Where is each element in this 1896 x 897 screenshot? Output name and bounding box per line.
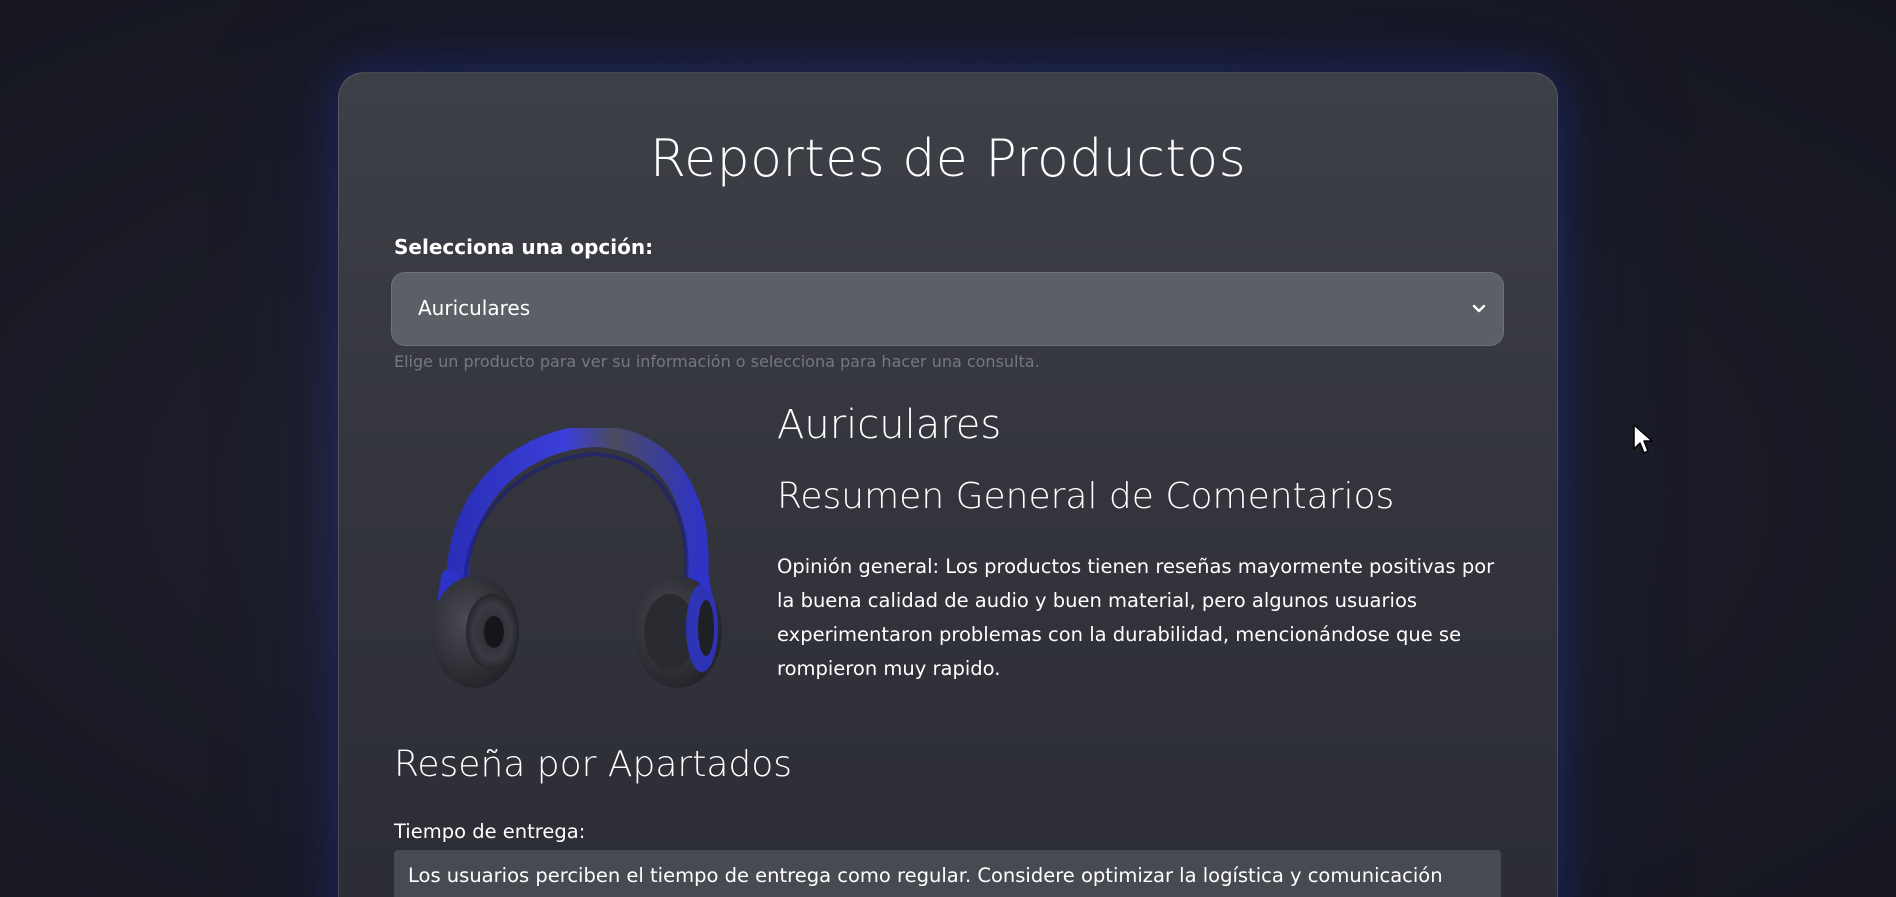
chevron-down-icon <box>1472 304 1486 313</box>
product-select-value: Auriculares <box>418 296 531 320</box>
section-heading: Reseña por Apartados <box>394 744 793 785</box>
select-hint: Elige un producto para ver su informació… <box>394 352 1040 371</box>
summary-text: Opinión general: Los productos tienen re… <box>777 555 1495 680</box>
product-name: Auriculares <box>777 402 1002 448</box>
summary-heading: Resumen General de Comentarios <box>777 476 1395 517</box>
page-title: Reportes de Productos <box>649 129 1247 189</box>
delivery-time-label: Tiempo de entrega: <box>394 820 586 843</box>
product-select[interactable]: Auriculares <box>391 272 1504 346</box>
headphones-icon <box>431 428 722 688</box>
delivery-time-text: Los usuarios perciben el tiempo de entre… <box>408 864 1443 887</box>
select-label: Selecciona una opción: <box>394 235 654 259</box>
mouse-cursor-icon <box>1633 424 1653 454</box>
delivery-time-box: Los usuarios perciben el tiempo de entre… <box>394 850 1501 897</box>
